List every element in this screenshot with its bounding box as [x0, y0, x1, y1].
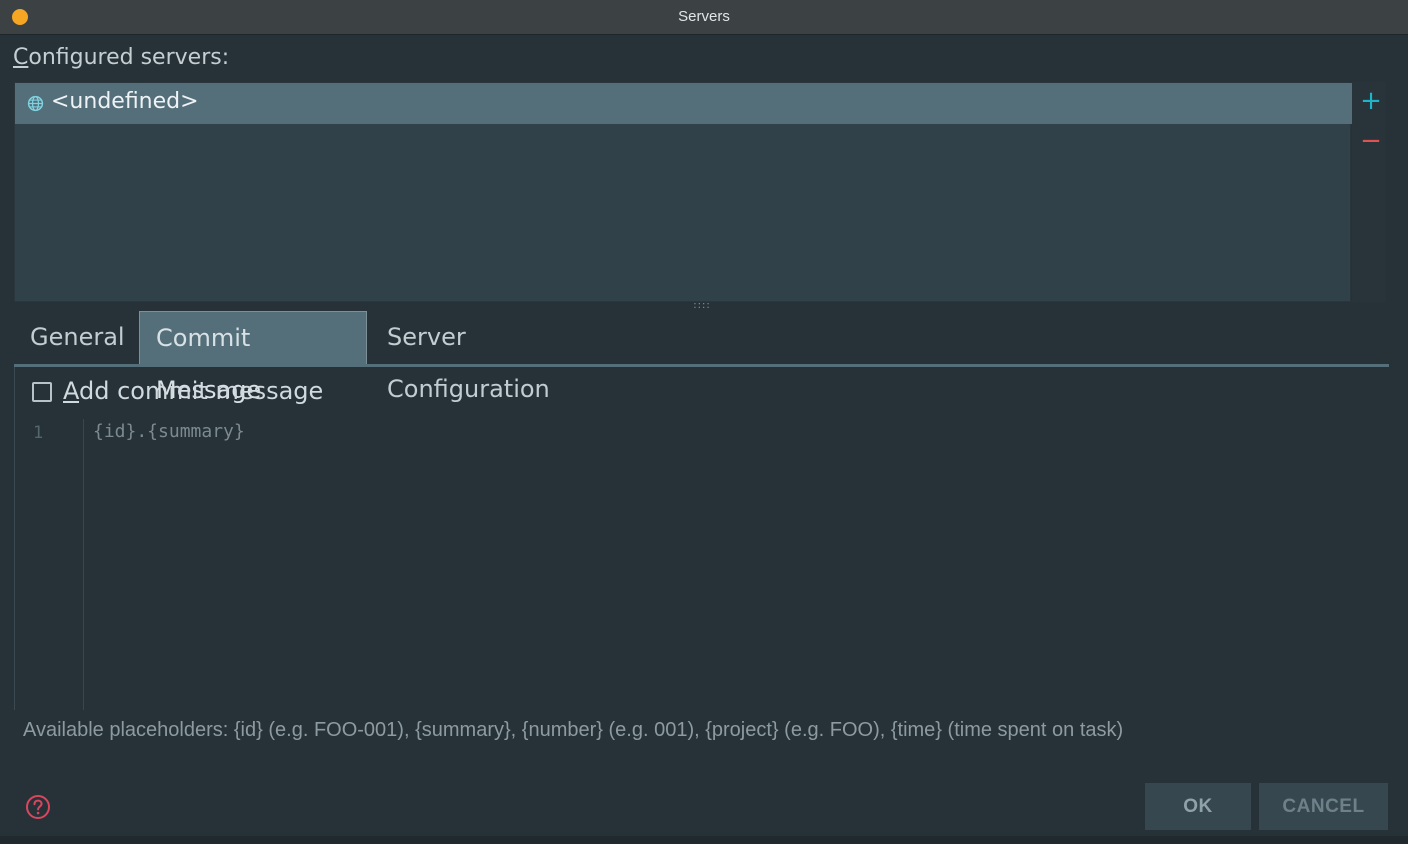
mnemonic-letter: A [63, 377, 79, 405]
tab-bar: General Commit Message Server Configurat… [14, 311, 1389, 404]
tab-commit-message[interactable]: Commit Message [139, 311, 367, 404]
mnemonic-letter: C [13, 45, 29, 70]
add-commit-message-checkbox[interactable] [32, 382, 52, 402]
server-name: <undefined> [51, 89, 199, 114]
line-number: 1 [33, 423, 44, 443]
commit-template-editor[interactable]: 1 {id}.{summary} [15, 419, 1390, 710]
servers-dialog: Servers Configured servers: <undefined> … [0, 0, 1408, 844]
help-icon[interactable] [25, 794, 51, 820]
configured-servers-label: Configured servers: [13, 45, 229, 70]
add-server-button[interactable]: + [1360, 88, 1382, 114]
tab-server-configuration[interactable]: Server Configuration [371, 311, 633, 403]
line-gutter: 1 [15, 419, 84, 710]
title-bar: Servers [0, 0, 1408, 35]
remove-server-button[interactable]: − [1360, 128, 1382, 154]
server-list[interactable]: <undefined> [14, 82, 1352, 302]
window-title: Servers [678, 8, 730, 25]
globe-icon [27, 95, 44, 112]
available-placeholders-hint: Available placeholders: {id} (e.g. FOO-0… [23, 719, 1124, 741]
label-text: dd commit message [79, 377, 324, 405]
tab-general[interactable]: General [14, 311, 138, 364]
cancel-button[interactable]: CANCEL [1259, 783, 1388, 830]
server-list-item[interactable]: <undefined> [15, 83, 1352, 124]
commit-message-panel: Add commit message 1 {id}.{summary} [14, 367, 1390, 710]
ok-button[interactable]: OK [1145, 783, 1251, 830]
add-commit-message-label[interactable]: Add commit message [63, 377, 323, 405]
background-editor-strip [0, 836, 1408, 844]
commit-template-text[interactable]: {id}.{summary} [93, 421, 245, 442]
label-text: onfigured servers: [28, 45, 230, 70]
splitter-handle[interactable]: :::: [690, 301, 714, 311]
